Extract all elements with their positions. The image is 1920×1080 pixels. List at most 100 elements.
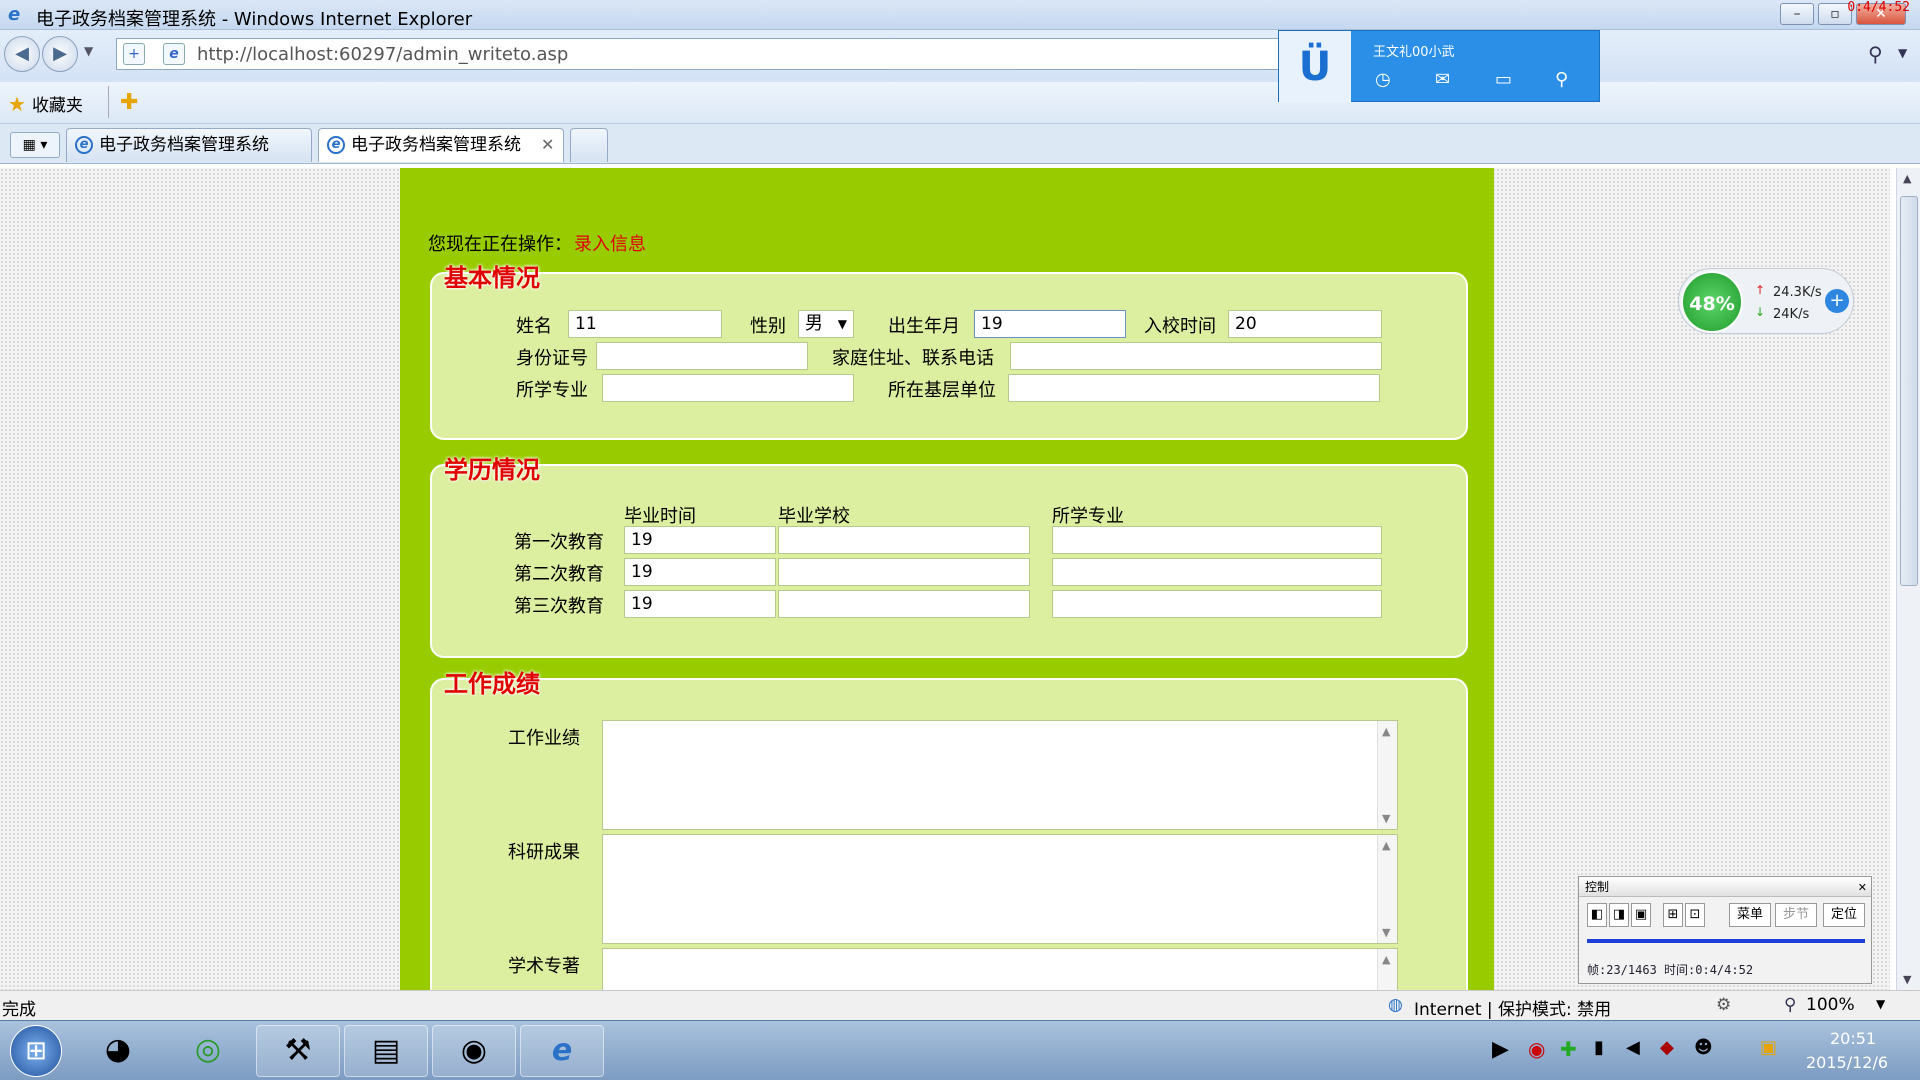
zoom-dropdown-icon[interactable]: ▼: [1876, 997, 1885, 1011]
divider: [108, 86, 109, 118]
unit-label: 所在基层单位: [888, 380, 996, 401]
url-text[interactable]: http://localhost:60297/admin_writeto.asp: [197, 44, 568, 65]
scroll-down-icon[interactable]: ▼: [1382, 812, 1390, 825]
edu-school-input[interactable]: [778, 590, 1030, 618]
minimize-button[interactable]: –: [1780, 3, 1814, 25]
edu-header-time: 毕业时间: [624, 506, 696, 527]
research-textarea[interactable]: ▲ ▼: [602, 834, 1398, 944]
back-button[interactable]: ◀: [4, 36, 40, 72]
scroll-up-icon[interactable]: ▲: [1903, 172, 1911, 185]
zone-text[interactable]: Internet | 保护模式: 禁用: [1414, 995, 1611, 1020]
tab-2[interactable]: e 电子政务档案管理系统 ✕: [318, 128, 564, 162]
name-input[interactable]: 11: [568, 310, 722, 338]
star-icon: ★: [8, 92, 26, 116]
taskbar-app-2[interactable]: ◎: [166, 1025, 250, 1077]
gender-select[interactable]: 男 ▼: [798, 310, 854, 338]
scroll-thumb[interactable]: [1900, 196, 1918, 586]
edu-school-input[interactable]: [778, 558, 1030, 586]
quick-tabs-button[interactable]: ▦ ▾: [10, 132, 60, 158]
address-box[interactable]: + e http://localhost:60297/admin_writeto…: [116, 38, 1316, 70]
tray-icon-4[interactable]: ▣: [1760, 1037, 1777, 1058]
edu-major-input[interactable]: [1052, 526, 1382, 554]
work-fieldset: 工作业绩 ▲ ▼ 科研成果 ▲ ▼ 学术专著 ▲: [430, 678, 1468, 990]
id-input[interactable]: [596, 342, 808, 370]
major-input[interactable]: [602, 374, 854, 402]
scroll-down-icon[interactable]: ▼: [1382, 926, 1390, 939]
taskbar-app-5[interactable]: ◉: [432, 1025, 516, 1077]
enroll-input[interactable]: 20: [1228, 310, 1382, 338]
ie-icon: e: [75, 136, 93, 154]
download-arrow-icon: ↓: [1755, 305, 1766, 319]
progress-track[interactable]: [1587, 939, 1865, 943]
download-speed: 24K/s: [1773, 307, 1810, 322]
ctrl-button-5[interactable]: ⊡: [1685, 903, 1705, 927]
ctrl-button-1[interactable]: ◧: [1587, 903, 1607, 927]
scroll-up-icon[interactable]: ▲: [1382, 953, 1390, 966]
start-button[interactable]: ⊞: [10, 1025, 62, 1077]
scrollbar[interactable]: ▲ ▼: [1377, 835, 1397, 943]
network-icon[interactable]: ▮: [1594, 1037, 1604, 1058]
address-input[interactable]: [1010, 342, 1382, 370]
edu-school-input[interactable]: [778, 526, 1030, 554]
forward-button[interactable]: ▶: [42, 36, 78, 72]
achievement-label: 工作业绩: [508, 728, 580, 749]
unit-input[interactable]: [1008, 374, 1380, 402]
taskbar-app-3[interactable]: ⚒: [256, 1025, 340, 1077]
add-favorite-icon[interactable]: ✚: [120, 90, 138, 115]
control-title: 控制 ✕: [1579, 877, 1871, 897]
history-dropdown-icon[interactable]: ▼: [84, 44, 93, 58]
scrollbar[interactable]: ▲: [1377, 949, 1397, 990]
edu-time-input[interactable]: 19: [624, 558, 776, 586]
plus-icon[interactable]: +: [1825, 289, 1849, 313]
edu-time-input[interactable]: 19: [624, 590, 776, 618]
step-button[interactable]: 步节: [1775, 903, 1817, 927]
ctrl-button-3[interactable]: ▣: [1631, 903, 1651, 927]
clock-date[interactable]: 2015/12/6: [1806, 1053, 1888, 1072]
favorites-button[interactable]: ★ 收藏夹: [8, 91, 83, 116]
volume-icon[interactable]: ◀: [1626, 1037, 1640, 1058]
scroll-down-icon[interactable]: ▼: [1903, 973, 1911, 986]
search-icon[interactable]: ⚲: [1555, 69, 1568, 90]
edu-time-input[interactable]: 19: [624, 526, 776, 554]
status-icon[interactable]: ◷: [1375, 69, 1391, 90]
edu-major-input[interactable]: [1052, 590, 1382, 618]
add-icon[interactable]: +: [123, 43, 145, 65]
taskbar-app-1[interactable]: ◕: [76, 1025, 160, 1077]
settings-icon[interactable]: ⚙: [1716, 995, 1731, 1015]
scroll-up-icon[interactable]: ▲: [1382, 839, 1390, 852]
taskbar-folder[interactable]: ▤: [344, 1025, 428, 1077]
page-scrollbar[interactable]: ▲ ▼: [1896, 168, 1920, 990]
search-dropdown-icon[interactable]: ▼: [1898, 46, 1907, 60]
edu-major-input[interactable]: [1052, 558, 1382, 586]
search-icon[interactable]: ⚲: [1868, 42, 1883, 66]
birth-input[interactable]: 19: [974, 310, 1126, 338]
taskbar-ie[interactable]: e: [520, 1025, 604, 1077]
new-tab-button[interactable]: [570, 128, 608, 162]
qq-tray-icon[interactable]: ☻: [1694, 1037, 1713, 1058]
clock-time[interactable]: 20:51: [1830, 1029, 1876, 1048]
tray-icon-1[interactable]: ◉: [1528, 1037, 1545, 1061]
research-label: 科研成果: [508, 842, 580, 863]
books-textarea[interactable]: ▲: [602, 948, 1398, 990]
tray-icon-3[interactable]: ◆: [1660, 1037, 1674, 1058]
ctrl-button-4[interactable]: ⊞: [1663, 903, 1683, 927]
tray-icon-2[interactable]: ✚: [1560, 1037, 1577, 1061]
achievement-textarea[interactable]: ▲ ▼: [602, 720, 1398, 830]
scrollbar[interactable]: ▲ ▼: [1377, 721, 1397, 829]
locate-button[interactable]: 定位: [1823, 903, 1865, 927]
calendar-icon[interactable]: ▭: [1495, 69, 1512, 90]
scroll-up-icon[interactable]: ▲: [1382, 725, 1390, 738]
memory-percent[interactable]: 48%: [1681, 271, 1743, 333]
menu-button[interactable]: 菜单: [1729, 903, 1771, 927]
work-legend: 工作成绩: [444, 670, 540, 698]
mail-icon[interactable]: ✉: [1435, 69, 1450, 90]
qq-avatar[interactable]: Ü: [1279, 31, 1351, 103]
ctrl-button-2[interactable]: ◨: [1609, 903, 1629, 927]
zoom-level[interactable]: 100%: [1806, 995, 1855, 1015]
play-icon[interactable]: ▶: [1492, 1037, 1509, 1062]
close-icon[interactable]: ✕: [1858, 878, 1867, 898]
tab-1[interactable]: e 电子政务档案管理系统: [66, 128, 312, 162]
frame-info: 帧:23/1463 时间:0:4/4:52: [1587, 963, 1754, 977]
close-tab-icon[interactable]: ✕: [541, 129, 554, 161]
qq-name: 王文礼00小武: [1373, 45, 1455, 60]
